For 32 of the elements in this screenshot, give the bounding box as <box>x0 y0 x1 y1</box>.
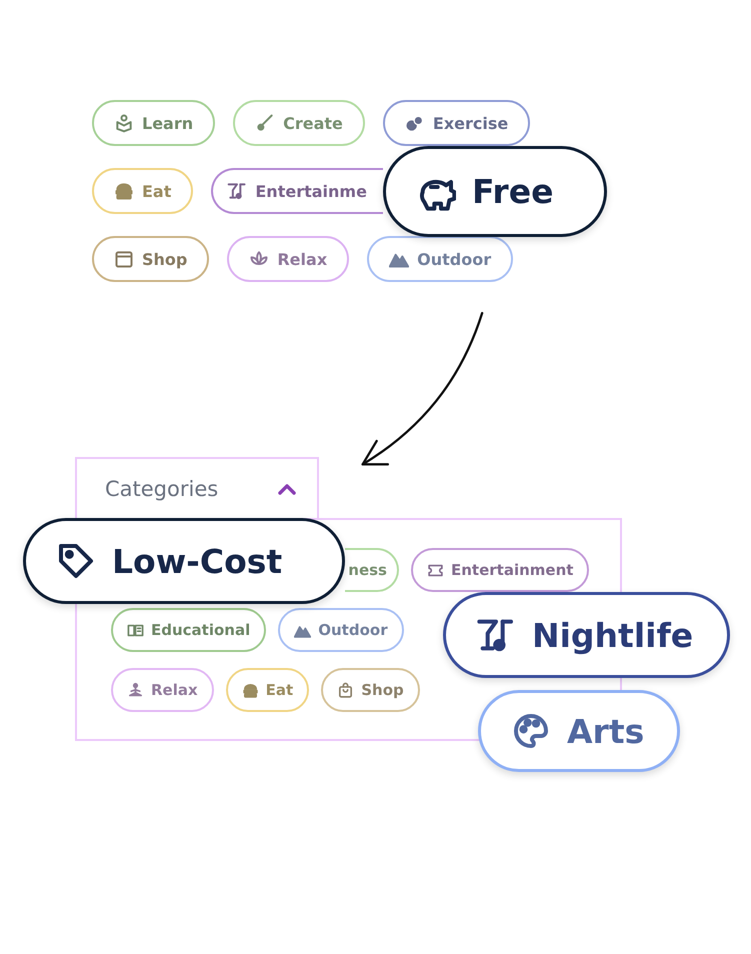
tag-icon <box>56 541 96 581</box>
categories-dropdown[interactable]: Categories <box>75 457 319 518</box>
tag-chip[interactable]: Low-Cost <box>23 518 345 604</box>
tag-chip[interactable]: Educational <box>111 608 266 652</box>
ticket-icon <box>427 562 444 578</box>
tag-chip[interactable]: Entertainme <box>211 168 384 214</box>
book-icon <box>127 622 144 638</box>
meditating-person-icon <box>127 682 144 698</box>
tag-chip[interactable]: Shop <box>92 236 210 282</box>
tag-chip[interactable]: Learn <box>92 100 216 146</box>
tag-chip[interactable]: Create <box>233 100 365 146</box>
tag-chip[interactable]: Arts <box>478 690 680 772</box>
tag-chip[interactable]: Relax <box>227 236 350 282</box>
shopping-bag-icon <box>337 682 354 698</box>
tag-chip[interactable]: Nightlife <box>443 592 730 678</box>
tag-chip[interactable]: Eat <box>92 168 194 214</box>
tag-chip[interactable]: Entertainment <box>411 548 590 592</box>
burger-icon <box>242 682 259 698</box>
tag-chip[interactable]: ness <box>345 548 399 592</box>
cocktail-note-icon <box>227 181 248 201</box>
tag-chip[interactable]: Relax <box>111 668 214 712</box>
tag-chip[interactable]: Free <box>383 146 607 237</box>
tag-chip[interactable]: Shop <box>321 668 420 712</box>
burger-icon <box>114 181 134 201</box>
store-icon <box>114 249 134 269</box>
brush-icon <box>255 113 276 133</box>
palette-icon <box>511 711 551 751</box>
tag-chip[interactable]: Eat <box>226 668 310 712</box>
tag-chip[interactable]: Outdoor <box>367 236 514 282</box>
box-person-icon <box>114 113 134 133</box>
tag-chip[interactable]: Exercise <box>382 100 530 146</box>
tag-chip[interactable]: Outdoor <box>278 608 404 652</box>
